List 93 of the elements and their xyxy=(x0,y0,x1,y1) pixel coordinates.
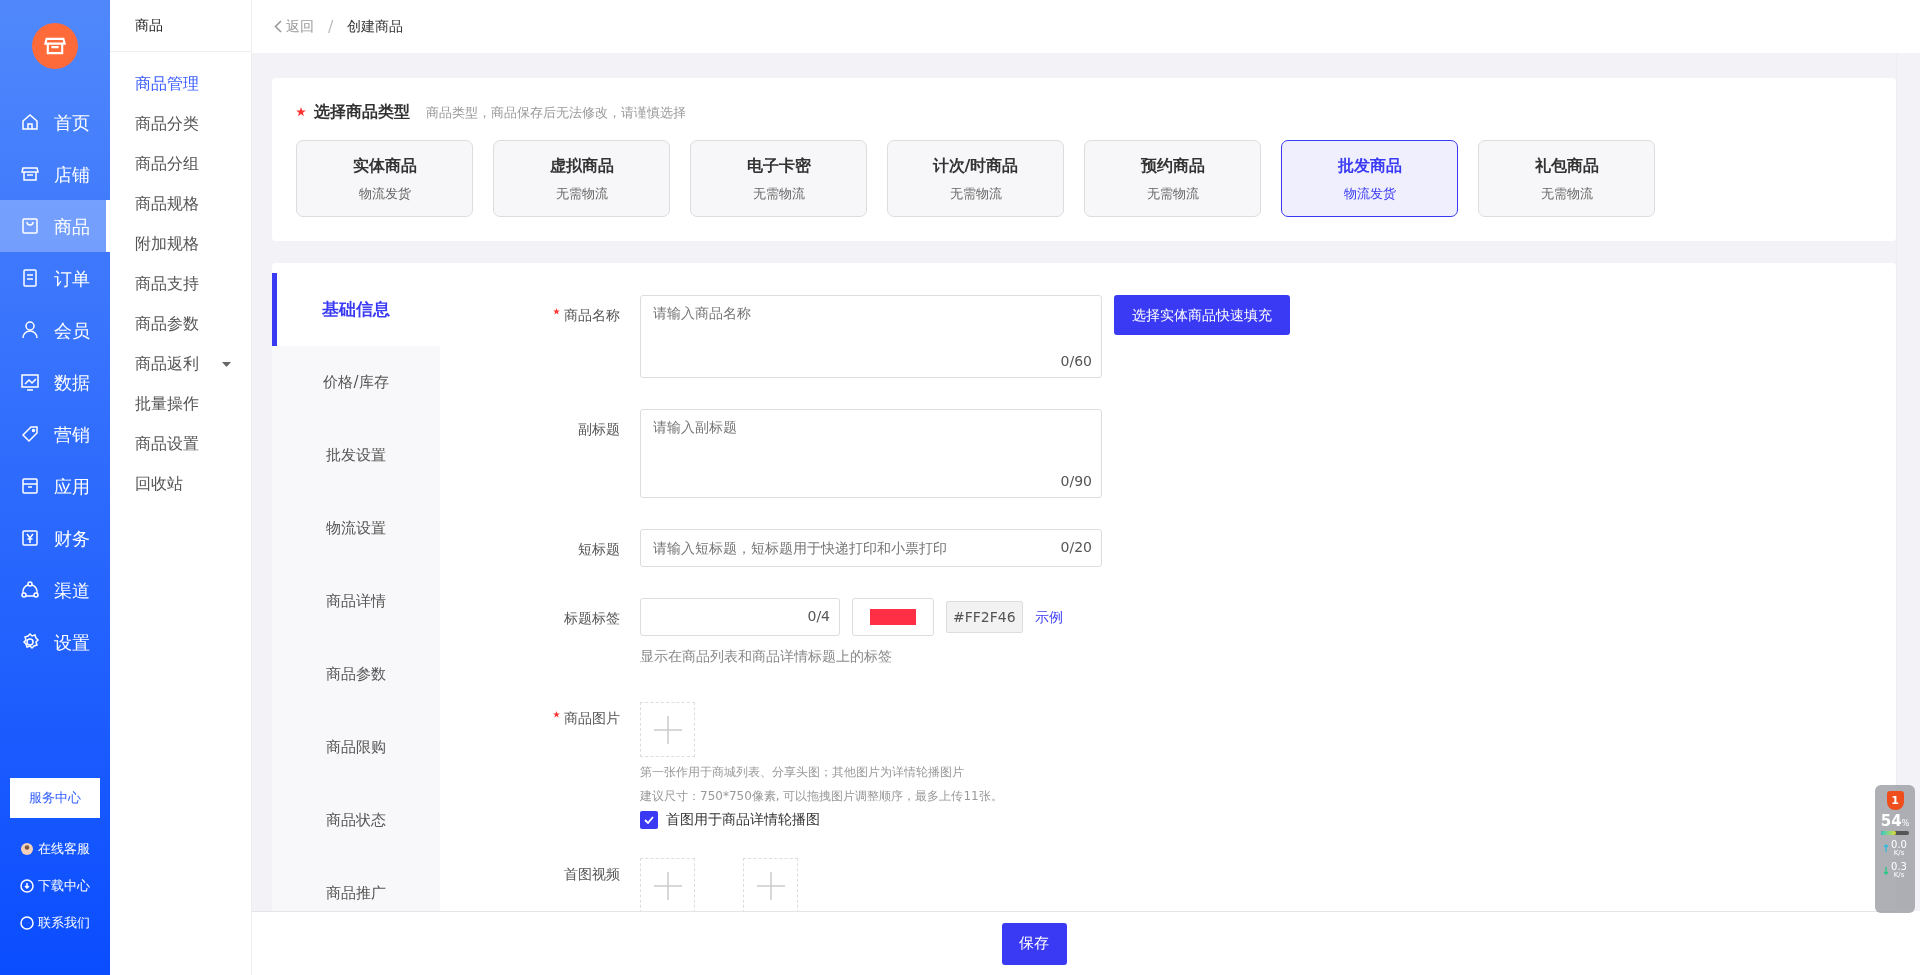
form-tab[interactable]: 商品限购 xyxy=(272,711,440,784)
nav-item[interactable]: 店铺 xyxy=(0,148,110,200)
service-center-button[interactable]: 服务中心 xyxy=(10,778,100,818)
nav-item[interactable]: 应用 xyxy=(0,460,110,512)
sub-nav-item[interactable]: 商品分类 xyxy=(110,104,251,144)
yuan-icon xyxy=(20,528,40,548)
sub-nav-item[interactable]: 商品规格 xyxy=(110,184,251,224)
save-button[interactable]: 保存 xyxy=(1001,922,1067,965)
product-type-card[interactable]: 预约商品 无需物流 xyxy=(1084,140,1261,217)
upload-hint: 第一张作用于商城列表、分享头图；其他图片为详情轮播图片 xyxy=(640,764,965,781)
form-tab[interactable]: 商品参数 xyxy=(272,638,440,711)
nav-item[interactable]: 营销 xyxy=(0,408,110,460)
settings-icon xyxy=(20,632,40,652)
field-label: 商品图片 xyxy=(564,710,620,726)
form-tab[interactable]: 物流设置 xyxy=(272,492,440,565)
sub-nav-item[interactable]: 回收站 xyxy=(110,464,251,504)
product-type-card[interactable]: 电子卡密 无需物流 xyxy=(690,140,867,217)
checkbox-label: 首图用于商品详情轮播图 xyxy=(666,810,820,829)
sub-nav-item[interactable]: 商品支持 xyxy=(110,264,251,304)
nav-item[interactable]: 订单 xyxy=(0,252,110,304)
sub-nav-item[interactable]: 批量操作 xyxy=(110,384,251,424)
avatar-icon xyxy=(20,841,34,856)
chart-icon xyxy=(20,372,40,392)
nav-item[interactable]: 首页 xyxy=(0,96,110,148)
section-hint: 商品类型，商品保存后无法修改，请谨慎选择 xyxy=(426,104,686,122)
color-code: #FF2F46 xyxy=(946,601,1023,633)
sub-nav-item[interactable]: 商品返利 xyxy=(110,344,251,384)
sidebar-link[interactable]: 下载中心 xyxy=(0,867,110,904)
nav-item[interactable]: 设置 xyxy=(0,616,110,668)
product-type-card[interactable]: 批发商品 物流发货 xyxy=(1281,140,1458,217)
checkbox[interactable] xyxy=(640,810,658,829)
document-icon xyxy=(20,268,40,288)
field-hint: 显示在商品列表和商品详情标题上的标签 xyxy=(640,647,893,666)
sidebar-link[interactable]: 在线客服 xyxy=(0,830,110,867)
form-tab[interactable]: 批发设置 xyxy=(272,419,440,492)
field-label: 标题标签 xyxy=(564,610,620,626)
field-label: 短标题 xyxy=(578,541,620,557)
check-icon xyxy=(644,815,654,824)
char-counter: 0/60 xyxy=(1060,352,1092,371)
product-type-card[interactable]: 礼包商品 无需物流 xyxy=(1478,140,1655,217)
form-tab[interactable]: 商品推广 xyxy=(272,857,440,911)
quick-fill-button[interactable]: 选择实体商品快速填充 xyxy=(1114,295,1290,335)
down-arrow-icon xyxy=(1883,866,1890,875)
alert-badge: 1 xyxy=(1886,791,1904,810)
field-label: 副标题 xyxy=(578,421,620,437)
breadcrumb-current: 创建商品 xyxy=(347,17,404,36)
up-arrow-icon xyxy=(1883,844,1890,853)
sub-nav-item[interactable]: 商品参数 xyxy=(110,304,251,344)
home-icon xyxy=(20,112,40,132)
sub-nav-item[interactable]: 商品分组 xyxy=(110,144,251,184)
box-icon xyxy=(20,476,40,496)
color-picker[interactable] xyxy=(852,598,934,636)
nav-item[interactable]: 渠道 xyxy=(0,564,110,616)
network-icon xyxy=(20,580,40,600)
plus-icon xyxy=(756,871,785,900)
logo-icon xyxy=(32,23,78,69)
breadcrumb-separator: / xyxy=(328,15,334,38)
form-tab[interactable]: 商品详情 xyxy=(272,565,440,638)
field-label: 首图视频 xyxy=(564,866,620,882)
section-title: 选择商品类型 xyxy=(314,101,410,123)
download-icon xyxy=(20,878,34,893)
tag-icon xyxy=(20,424,40,444)
bag-icon xyxy=(20,216,40,236)
char-counter: 0/4 xyxy=(807,607,830,626)
sub-nav-title: 商品 xyxy=(110,0,251,52)
form-tab[interactable]: 基础信息 xyxy=(272,273,440,346)
product-type-card[interactable]: 实体商品 物流发货 xyxy=(296,140,473,217)
sub-nav-item[interactable]: 商品管理 xyxy=(110,64,251,104)
form-tab[interactable]: 商品状态 xyxy=(272,784,440,857)
chat-icon xyxy=(20,915,34,930)
nav-item[interactable]: 财务 xyxy=(0,512,110,564)
tag-field[interactable] xyxy=(640,598,840,636)
example-link[interactable]: 示例 xyxy=(1034,606,1063,628)
back-icon xyxy=(274,20,282,33)
form-tab[interactable]: 价格/库存 xyxy=(272,346,440,419)
cpu-reading: 54% xyxy=(1880,814,1910,829)
product-type-card[interactable]: 计次/时商品 无需物流 xyxy=(887,140,1064,217)
plus-icon xyxy=(653,871,682,900)
sub-nav-item[interactable]: 附加规格 xyxy=(110,224,251,264)
user-icon xyxy=(20,320,40,340)
shop-icon xyxy=(20,164,40,184)
cpu-meter xyxy=(1881,831,1909,835)
plus-icon xyxy=(653,715,682,744)
nav-item[interactable]: 会员 xyxy=(0,304,110,356)
sidebar-link[interactable]: 联系我们 xyxy=(0,904,110,941)
nav-item[interactable]: 数据 xyxy=(0,356,110,408)
sub-nav-item[interactable]: 商品设置 xyxy=(110,424,251,464)
product-type-card[interactable]: 虚拟商品 无需物流 xyxy=(493,140,670,217)
char-counter: 0/90 xyxy=(1060,472,1092,491)
char-counter: 0/20 xyxy=(1060,538,1092,557)
image-upload[interactable] xyxy=(640,702,695,757)
upload-hint: 建议尺寸：750*750像素, 可以拖拽图片调整顺序，最多上传11张。 xyxy=(640,788,1003,805)
field-label: 商品名称 xyxy=(564,307,620,323)
